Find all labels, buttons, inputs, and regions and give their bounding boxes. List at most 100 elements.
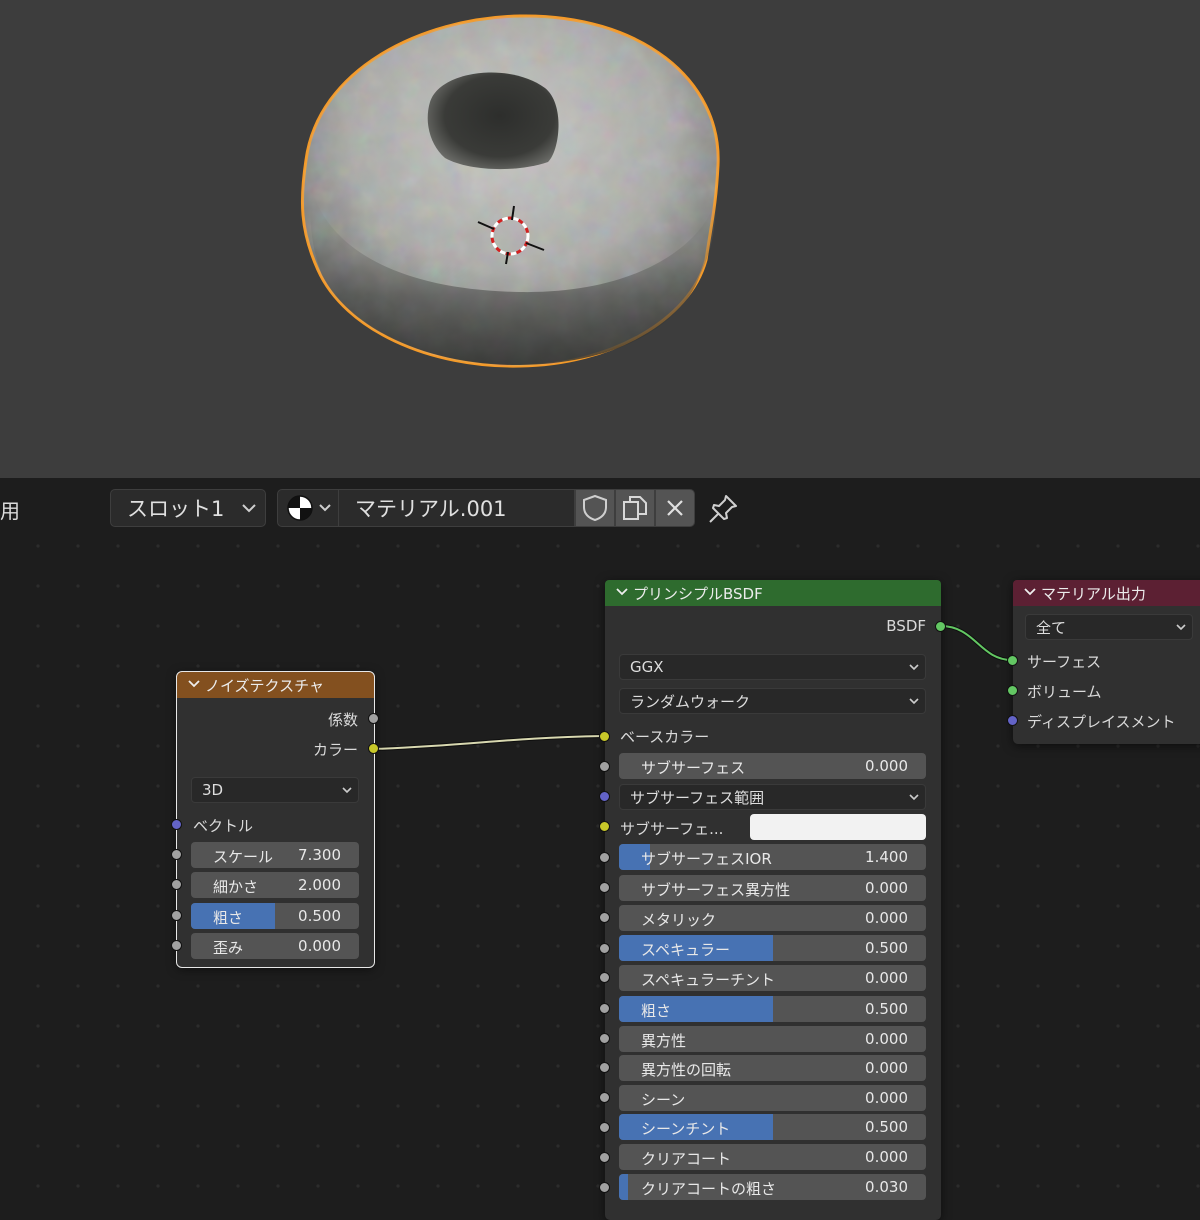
socket-clearcoat-input[interactable] — [599, 1152, 610, 1163]
socket-volume-input[interactable] — [1007, 685, 1018, 696]
noise-dimension-label: 3D — [202, 781, 224, 799]
collapse-chevron-icon[interactable] — [185, 678, 205, 692]
bsdf-node-header[interactable]: プリンシプルBSDF — [605, 580, 941, 606]
field-label: シーン — [641, 1091, 686, 1109]
socket-clearcoat-roughness-input[interactable] — [599, 1182, 610, 1193]
socket-color-output[interactable] — [368, 743, 379, 754]
socket-roughness-input[interactable] — [599, 1003, 610, 1014]
field-value: 2.000 — [298, 876, 341, 894]
socket-anisotropic-input[interactable] — [599, 1033, 610, 1044]
duplicate-material-button[interactable] — [615, 489, 655, 527]
base-color-label: ベースカラー — [620, 728, 710, 746]
subsurface-radius-dropdown[interactable]: サブサーフェス範囲 — [619, 784, 926, 810]
chevron-down-icon — [909, 794, 919, 801]
field-fill — [619, 1174, 629, 1200]
collapse-chevron-icon[interactable] — [1021, 586, 1041, 600]
fake-user-button[interactable] — [575, 489, 615, 527]
socket-scale-input[interactable] — [171, 849, 182, 860]
field-label: 異方性 — [641, 1032, 687, 1050]
surface-input-label: サーフェス — [1027, 653, 1102, 671]
anisotropic-rotation-field[interactable]: 異方性の回転 0.000 — [619, 1055, 926, 1081]
field-value: 0.000 — [865, 909, 908, 927]
material-name-field[interactable]: マテリアル.001 — [339, 489, 575, 527]
field-label: 異方性の回転 — [641, 1061, 732, 1079]
roughness-field[interactable]: 粗さ 0.500 — [619, 996, 926, 1022]
sheen-tint-field[interactable]: シーンチント 0.500 — [619, 1114, 926, 1140]
unlink-material-button[interactable] — [655, 489, 695, 527]
socket-surface-input[interactable] — [1007, 655, 1018, 666]
subsurface-field[interactable]: サブサーフェス 0.000 — [619, 753, 926, 779]
socket-base-color-input[interactable] — [599, 731, 610, 742]
socket-subsurface-anisotropy-input[interactable] — [599, 882, 610, 893]
socket-displacement-input[interactable] — [1007, 715, 1018, 726]
field-label: サブサーフェス — [641, 759, 746, 777]
socket-roughness-input[interactable] — [171, 910, 182, 921]
subsurface-color-swatch[interactable] — [750, 814, 926, 840]
viewport-canvas[interactable] — [0, 0, 1200, 478]
field-label: 粗さ — [641, 1002, 672, 1020]
displacement-input-label: ディスプレイスメント — [1027, 713, 1176, 731]
material-browse-button[interactable] — [277, 489, 339, 527]
anisotropic-field[interactable]: 異方性 0.000 — [619, 1026, 926, 1052]
slot-dropdown[interactable]: スロット1 — [110, 489, 266, 527]
socket-fac-output[interactable] — [368, 713, 379, 724]
noise-node-header[interactable]: ノイズテクスチャ — [177, 672, 374, 698]
field-label: サブサーフェス異方性 — [641, 881, 791, 899]
socket-sheen-input[interactable] — [599, 1092, 610, 1103]
material-output-node[interactable]: マテリアル出力 全て サーフェス ボリューム ディスプレイスメント — [1013, 580, 1200, 744]
socket-subsurface-input[interactable] — [599, 761, 610, 772]
socket-sheen-tint-input[interactable] — [599, 1122, 610, 1133]
field-value: 0.000 — [865, 1030, 908, 1048]
socket-subsurface-radius-input[interactable] — [599, 791, 610, 802]
3d-viewport[interactable] — [0, 0, 1200, 478]
noise-roughness-field[interactable]: 粗さ 0.500 — [191, 903, 359, 929]
specular-tint-field[interactable]: スペキュラーチント 0.000 — [619, 965, 926, 991]
bsdf-node-title: プリンシプルBSDF — [633, 584, 763, 603]
noise-dimension-dropdown[interactable]: 3D — [191, 777, 359, 803]
subsurface-method-dropdown[interactable]: ランダムウォーク — [619, 688, 926, 714]
subsurface-radius-label: サブサーフェス範囲 — [630, 788, 765, 807]
field-value: 0.000 — [865, 1059, 908, 1077]
socket-detail-input[interactable] — [171, 879, 182, 890]
socket-specular-input[interactable] — [599, 943, 610, 954]
subsurface-ior-field[interactable]: サブサーフェスIOR 1.400 — [619, 844, 926, 870]
principled-bsdf-node[interactable]: プリンシプルBSDF BSDF GGX ランダムウォーク ベースカラー サブサー… — [605, 580, 941, 1220]
socket-bsdf-output[interactable] — [935, 621, 946, 632]
volume-input-label: ボリューム — [1027, 683, 1102, 701]
field-label: 粗さ — [213, 909, 244, 927]
noise-distortion-field[interactable]: 歪み 0.000 — [191, 933, 359, 959]
field-value: 0.500 — [865, 1000, 908, 1018]
pin-icon[interactable] — [706, 492, 740, 526]
noise-texture-node[interactable]: ノイズテクスチャ 係数 カラー 3D ベクトル スケール 7.300 細かさ 2… — [176, 671, 375, 968]
donut-object[interactable] — [300, 14, 720, 368]
field-label: クリアコート — [641, 1150, 732, 1168]
specular-field[interactable]: スペキュラー 0.500 — [619, 935, 926, 961]
clearcoat-field[interactable]: クリアコート 0.000 — [619, 1144, 926, 1170]
metallic-field[interactable]: メタリック 0.000 — [619, 905, 926, 931]
subsurface-method-label: ランダムウォーク — [630, 692, 751, 711]
output-target-dropdown[interactable]: 全て — [1025, 614, 1193, 640]
fake-user-shield-icon — [583, 494, 607, 522]
field-value: 0.500 — [865, 1118, 908, 1136]
field-value: 0.500 — [865, 939, 908, 957]
socket-metallic-input[interactable] — [599, 912, 610, 923]
noise-detail-field[interactable]: 細かさ 2.000 — [191, 872, 359, 898]
socket-subsurface-color-input[interactable] — [599, 821, 610, 832]
distribution-dropdown[interactable]: GGX — [619, 654, 926, 680]
subsurface-anisotropy-field[interactable]: サブサーフェス異方性 0.000 — [619, 875, 926, 901]
header-cut-label: 用 — [0, 499, 20, 523]
material-name-label: マテリアル.001 — [355, 497, 507, 521]
field-label: スケール — [213, 848, 274, 866]
socket-vector-input[interactable] — [171, 819, 182, 830]
field-label: 細かさ — [213, 878, 259, 896]
clearcoat-roughness-field[interactable]: クリアコートの粗さ 0.030 — [619, 1174, 926, 1200]
socket-anisotropic-rotation-input[interactable] — [599, 1062, 610, 1073]
sheen-field[interactable]: シーン 0.000 — [619, 1085, 926, 1111]
socket-distortion-input[interactable] — [171, 940, 182, 951]
shading-sphere-icon — [287, 495, 331, 521]
noise-scale-field[interactable]: スケール 7.300 — [191, 842, 359, 868]
output-node-header[interactable]: マテリアル出力 — [1013, 580, 1200, 606]
socket-subsurface-ior-input[interactable] — [599, 852, 610, 863]
collapse-chevron-icon[interactable] — [613, 586, 633, 600]
socket-specular-tint-input[interactable] — [599, 972, 610, 983]
